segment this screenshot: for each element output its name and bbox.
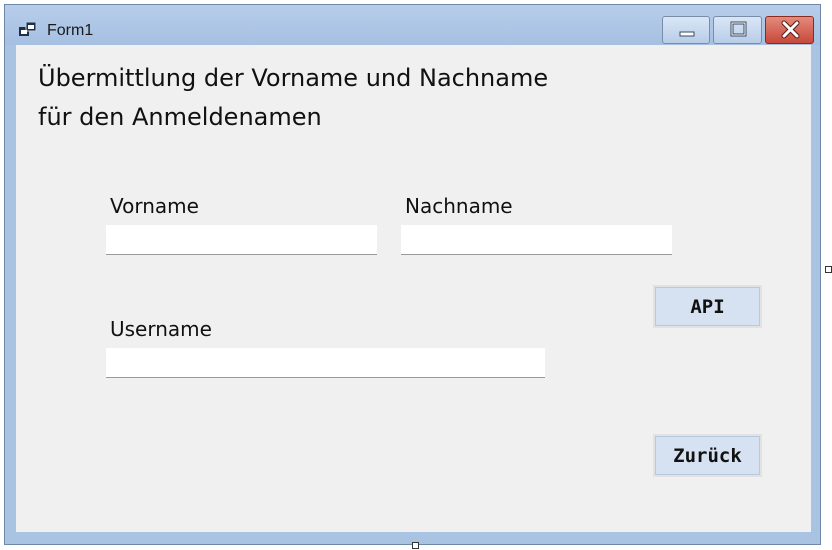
nachname-field[interactable] [401, 225, 672, 255]
minimize-button[interactable] [662, 16, 710, 44]
nachname-label: Nachname [405, 194, 513, 218]
vorname-field[interactable] [106, 225, 377, 255]
app-icon [19, 21, 37, 36]
username-field[interactable] [106, 348, 545, 378]
form-client-area: Übermittlung der Vorname und Nachname fü… [16, 45, 811, 532]
back-button[interactable]: Zurück [653, 434, 762, 477]
close-button[interactable] [765, 16, 814, 44]
username-label: Username [110, 317, 212, 341]
heading-line-1: Übermittlung der Vorname und Nachname [38, 64, 549, 92]
title-bar[interactable]: Form1 [5, 5, 820, 45]
form-window: Form1 Übermittlung der Vorname und Nachn… [4, 4, 821, 545]
api-button[interactable]: API [653, 285, 762, 328]
minimize-icon [679, 31, 695, 37]
vorname-label: Vorname [110, 194, 199, 218]
form-heading: Übermittlung der Vorname und Nachname fü… [38, 59, 548, 137]
maximize-button[interactable] [713, 16, 762, 44]
heading-line-2: für den Anmeldenamen [38, 103, 322, 131]
window-title: Form1 [47, 22, 94, 39]
resize-handle-bottom[interactable] [412, 542, 419, 549]
maximize-icon [730, 21, 747, 37]
close-icon [781, 20, 800, 39]
resize-handle-right[interactable] [825, 266, 832, 273]
